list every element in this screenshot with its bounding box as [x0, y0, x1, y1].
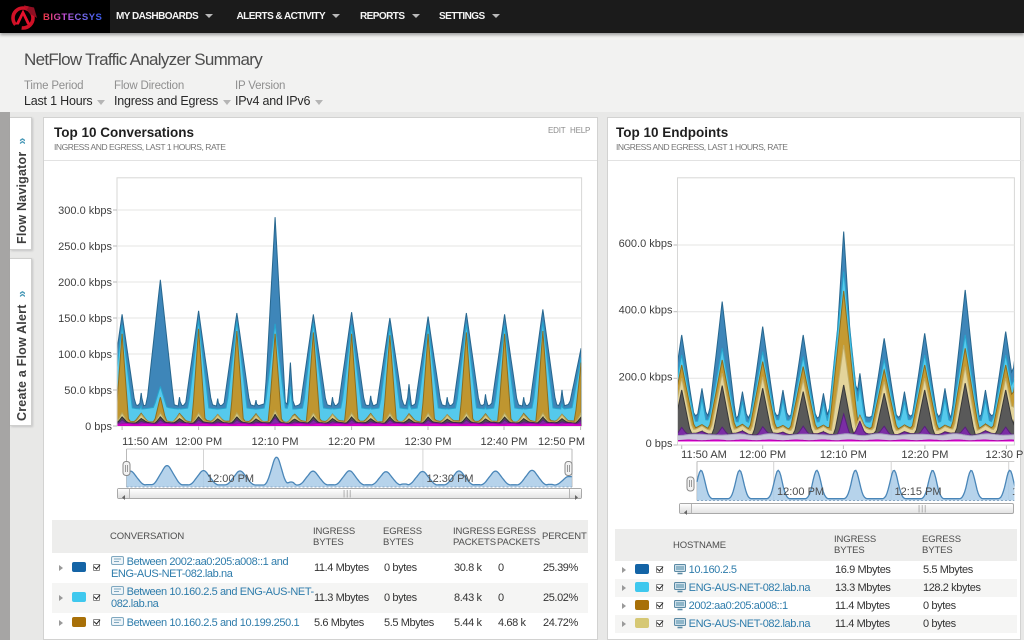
svg-text:600.0 kbps: 600.0 kbps	[619, 238, 673, 250]
svg-text:BIGTECSYS: BIGTECSYS	[43, 12, 102, 23]
svg-text:12:00 PM: 12:00 PM	[175, 436, 222, 448]
svg-text:12:50 PM: 12:50 PM	[538, 436, 585, 448]
svg-text:200.0 kbps: 200.0 kbps	[619, 371, 673, 383]
svg-text:100.0 kbps: 100.0 kbps	[58, 349, 112, 361]
svg-text:300.0 kbps: 300.0 kbps	[58, 205, 112, 217]
svg-text:0 bps: 0 bps	[646, 438, 673, 450]
svg-text:12:40 PM: 12:40 PM	[480, 436, 527, 448]
svg-text:12:30 PM: 12:30 PM	[427, 473, 474, 485]
svg-text:12:00 PM: 12:00 PM	[207, 473, 254, 485]
svg-text:50.0 kbps: 50.0 kbps	[64, 385, 112, 397]
svg-text:11:50 AM: 11:50 AM	[122, 436, 168, 448]
svg-text:250.0 kbps: 250.0 kbps	[58, 241, 112, 253]
svg-text:200.0 kbps: 200.0 kbps	[58, 277, 112, 289]
svg-text:12:15 PM: 12:15 PM	[895, 486, 942, 498]
svg-text:12:30 PM: 12:30 PM	[404, 436, 451, 448]
svg-text:400.0 kbps: 400.0 kbps	[619, 305, 673, 317]
svg-text:150.0 kbps: 150.0 kbps	[58, 313, 112, 325]
svg-text:12:10 PM: 12:10 PM	[251, 436, 298, 448]
svg-text:12:20 PM: 12:20 PM	[328, 436, 375, 448]
svg-text:12:30 PM: 12:30 PM	[1012, 486, 1024, 498]
svg-text:0 bps: 0 bps	[85, 421, 112, 433]
svg-text:12:00 PM: 12:00 PM	[777, 486, 824, 498]
